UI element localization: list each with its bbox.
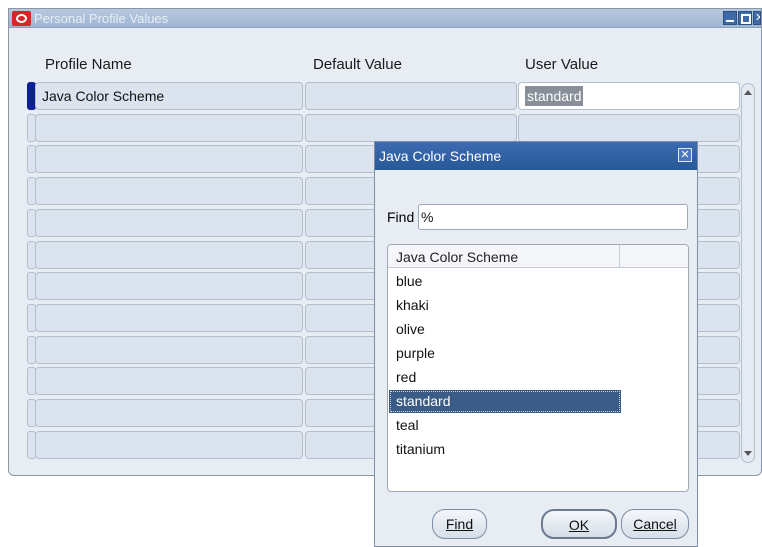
window-title: Personal Profile Values bbox=[34, 11, 169, 26]
find-button-label: Find bbox=[445, 516, 474, 532]
values-list: Java Color Scheme blue khaki olive purpl… bbox=[387, 244, 689, 492]
user-value-cell[interactable] bbox=[518, 113, 740, 142]
profile-name-cell[interactable] bbox=[35, 272, 303, 301]
list-item-blue[interactable]: blue bbox=[389, 270, 621, 293]
list-item-red[interactable]: red bbox=[389, 366, 621, 389]
cancel-button-label: Cancel bbox=[633, 516, 677, 532]
list-item-titanium[interactable]: titanium bbox=[389, 438, 621, 461]
header-profile-name: Profile Name bbox=[45, 56, 132, 73]
user-value-cell[interactable]: standard bbox=[518, 82, 740, 110]
profile-name-cell[interactable] bbox=[35, 240, 303, 269]
find-button[interactable]: Find bbox=[432, 509, 487, 539]
profile-name-cell[interactable] bbox=[35, 335, 303, 364]
ok-button-label: OK bbox=[568, 517, 590, 533]
user-value-text: standard bbox=[525, 86, 584, 106]
scroll-up-icon[interactable] bbox=[744, 90, 752, 95]
list-of-values-dialog: Java Color Scheme ✕ Find % Java Color Sc… bbox=[374, 141, 698, 547]
list-column-header[interactable]: Java Color Scheme bbox=[388, 245, 620, 267]
profile-name-cell[interactable] bbox=[35, 303, 303, 332]
profile-name-cell[interactable] bbox=[35, 430, 303, 459]
list-item-olive[interactable]: olive bbox=[389, 318, 621, 341]
window-titlebar[interactable]: Personal Profile Values ✕ bbox=[9, 9, 761, 28]
default-value-cell[interactable] bbox=[305, 113, 517, 142]
table-row: Java Color Scheme standard bbox=[27, 81, 740, 111]
close-icon[interactable]: ✕ bbox=[678, 148, 692, 162]
dialog-title: Java Color Scheme bbox=[379, 148, 502, 164]
ok-button[interactable]: OK bbox=[541, 509, 617, 539]
list-header: Java Color Scheme bbox=[388, 245, 688, 268]
profile-name-cell[interactable]: Java Color Scheme bbox=[35, 82, 303, 110]
close-icon[interactable]: ✕ bbox=[753, 11, 761, 25]
profile-name-cell[interactable] bbox=[35, 367, 303, 396]
find-label: Find bbox=[387, 209, 415, 225]
dialog-titlebar[interactable]: Java Color Scheme ✕ bbox=[375, 142, 697, 170]
find-input[interactable]: % bbox=[418, 204, 688, 230]
oracle-logo-icon bbox=[12, 11, 31, 26]
vertical-scrollbar[interactable] bbox=[741, 83, 755, 463]
default-value-cell[interactable] bbox=[305, 82, 517, 110]
list-item-standard[interactable]: standard bbox=[389, 390, 621, 413]
minimize-icon[interactable] bbox=[723, 11, 737, 25]
profile-name-cell[interactable] bbox=[35, 113, 303, 142]
header-user-value: User Value bbox=[525, 56, 599, 73]
list-item-khaki[interactable]: khaki bbox=[389, 294, 621, 317]
list-item-teal[interactable]: teal bbox=[389, 414, 621, 437]
scroll-down-icon[interactable] bbox=[744, 451, 752, 456]
cancel-button[interactable]: Cancel bbox=[621, 509, 689, 539]
profile-name-cell[interactable] bbox=[35, 145, 303, 174]
profile-name-cell[interactable] bbox=[35, 399, 303, 427]
list-item-purple[interactable]: purple bbox=[389, 342, 621, 365]
profile-name-cell[interactable] bbox=[35, 177, 303, 206]
maximize-icon[interactable] bbox=[738, 11, 752, 25]
table-row bbox=[27, 113, 740, 143]
profile-name-cell[interactable] bbox=[35, 208, 303, 237]
header-default-value: Default Value bbox=[313, 56, 402, 73]
